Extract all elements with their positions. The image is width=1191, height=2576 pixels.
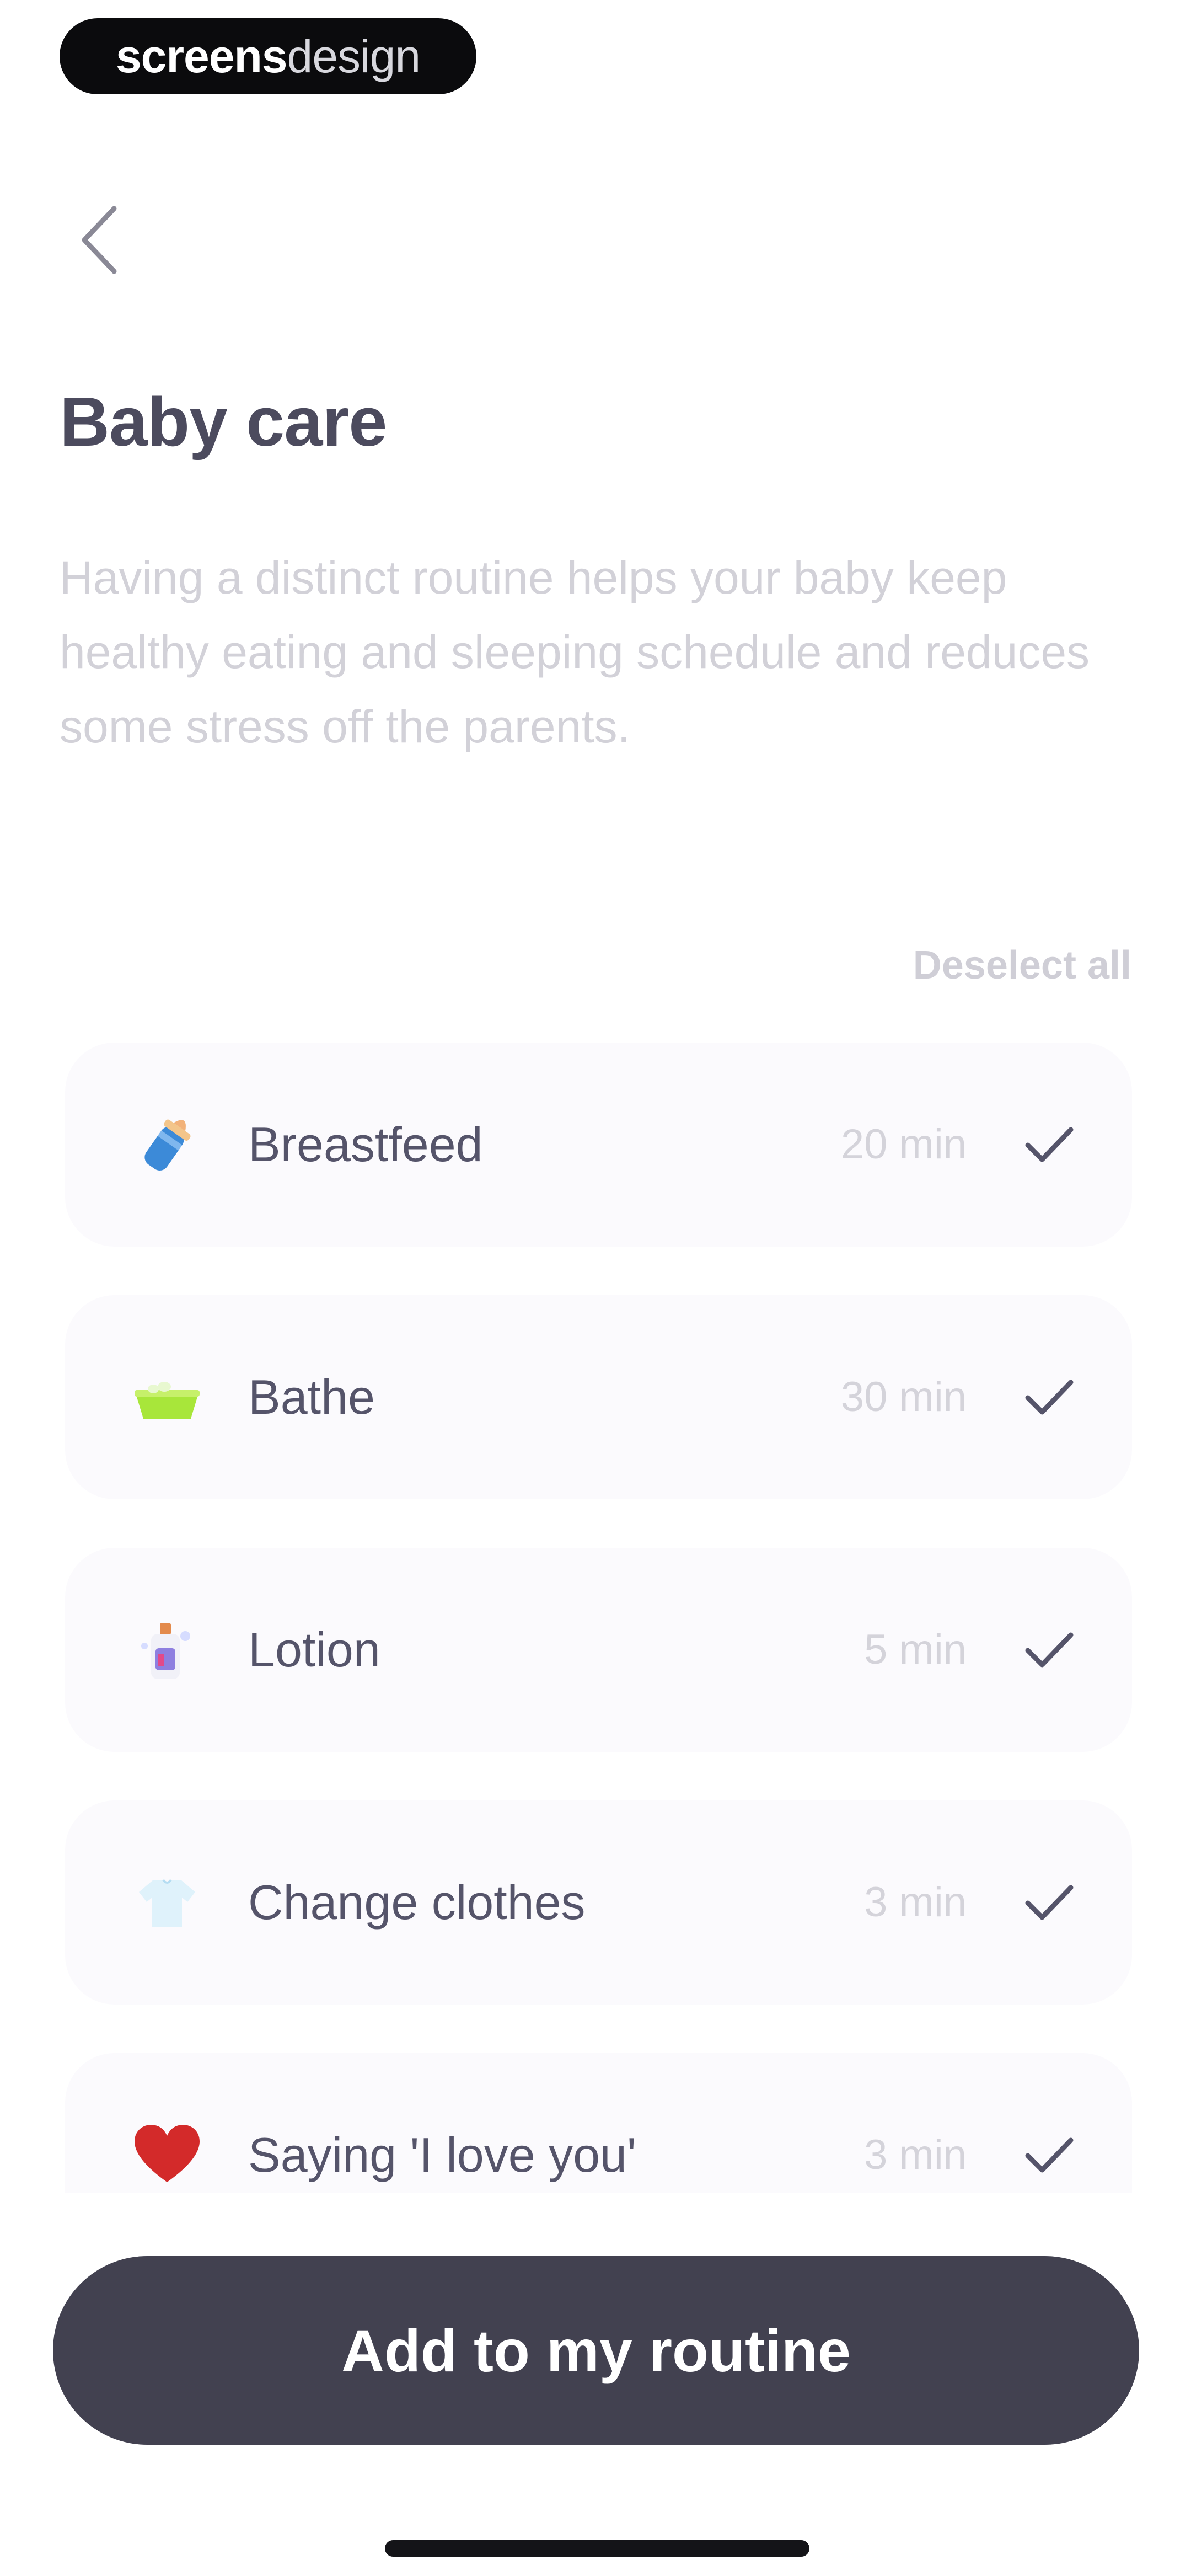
lotion-bottle-icon <box>126 1608 208 1691</box>
item-label: Bathe <box>248 1370 375 1424</box>
routine-list: Breastfeed 20 min Bathe 30 min Lotion 5 … <box>65 1043 1132 2193</box>
checkmark-icon <box>1022 2128 1077 2183</box>
checkmark-icon <box>1022 1622 1077 1677</box>
list-item-bathe[interactable]: Bathe 30 min <box>65 1295 1132 1499</box>
page-title: Baby care <box>60 383 387 461</box>
watermark-bold-text: screens <box>115 30 288 82</box>
page-description: Having a distinct routine helps your bab… <box>60 552 1090 752</box>
item-label: Change clothes <box>248 1875 586 1930</box>
item-duration: 3 min <box>864 1879 967 1926</box>
back-button[interactable] <box>69 199 130 281</box>
watermark-badge: screens design <box>60 18 476 94</box>
home-indicator[interactable] <box>385 2540 809 2557</box>
watermark-light-text: design <box>287 30 421 82</box>
list-item-breastfeed[interactable]: Breastfeed 20 min <box>65 1043 1132 1247</box>
item-label: Lotion <box>248 1622 380 1677</box>
checkmark-icon <box>1022 1117 1077 1172</box>
deselect-all-button[interactable]: Deselect all <box>913 938 1131 993</box>
item-duration: 20 min <box>840 1121 967 1168</box>
checkmark-icon <box>1022 1370 1077 1425</box>
add-to-routine-button[interactable]: Add to my routine <box>53 2256 1139 2445</box>
list-item-change-clothes[interactable]: Change clothes 3 min <box>65 1800 1132 2005</box>
chevron-left-icon <box>82 206 117 274</box>
checkmark-icon <box>1022 1875 1077 1930</box>
item-label: Breastfeed <box>248 1117 483 1172</box>
baby-bottle-icon <box>126 1103 208 1186</box>
shirt-icon <box>126 1861 208 1944</box>
bathtub-icon <box>126 1356 208 1439</box>
item-label: Saying 'I love you' <box>248 2128 636 2182</box>
item-duration: 3 min <box>864 2131 967 2178</box>
list-item-lotion[interactable]: Lotion 5 min <box>65 1548 1132 1752</box>
list-item-saying-i-love-you[interactable]: Saying 'I love you' 3 min <box>65 2053 1132 2193</box>
item-duration: 30 min <box>840 1373 967 1420</box>
heart-icon <box>126 2114 208 2193</box>
screen: screens design Baby care Having a distinc… <box>0 0 1191 2576</box>
item-duration: 5 min <box>864 1626 967 1673</box>
